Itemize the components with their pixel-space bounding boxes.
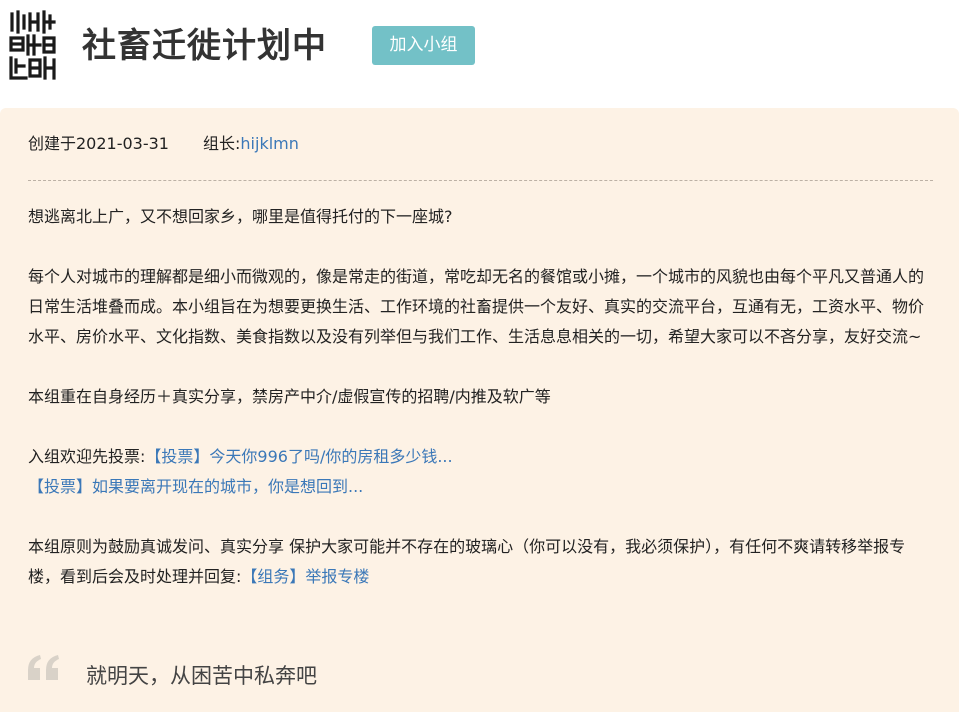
description-paragraph: 每个人对城市的理解都是细小而微观的，像是常走的街道，常吃却无名的餐馆或小摊，一个… <box>28 267 925 346</box>
vote-link-leave-city[interactable]: 【投票】如果要离开现在的城市，你是想回到... <box>28 477 363 496</box>
description-paragraph: 本组原则为鼓励真诚发问、真实分享 保护大家可能并不存在的玻璃心（你可以没有，我必… <box>28 532 933 592</box>
group-description: 想逃离北上广，又不想回家乡，哪里是值得托付的下一座城? 每个人对城市的理解都是细… <box>28 202 933 592</box>
seal-logo-icon[interactable] <box>8 10 58 82</box>
vote-link-996[interactable]: 【投票】今天你996了吗/你的房租多少钱... <box>145 447 452 466</box>
divider <box>28 180 933 181</box>
report-thread-link[interactable]: 【组务】举报专楼 <box>241 567 369 586</box>
quote-icon <box>28 655 59 680</box>
group-info-panel: 创建于2021-03-31 组长:hijklmn 想逃离北上广，又不想回家乡，哪里… <box>0 108 959 712</box>
group-header: 社畜迁徙计划中 加入小组 <box>0 0 959 104</box>
description-paragraph: 本组重在自身经历＋真实分享，禁房产中介/虚假宣传的招聘/内推及软广等 <box>28 387 551 406</box>
description-paragraph: 想逃离北上广，又不想回家乡，哪里是值得托付的下一座城? <box>28 207 453 226</box>
group-meta: 创建于2021-03-31 组长:hijklmn <box>28 132 299 156</box>
join-group-button[interactable]: 加入小组 <box>372 26 475 65</box>
rules-text: 本组原则为鼓励真诚发问、真实分享 保护大家可能并不存在的玻璃心（你可以没有，我必… <box>28 537 906 586</box>
leader-label: 组长: <box>203 134 241 153</box>
vote-intro-line: 入组欢迎先投票:【投票】今天你996了吗/你的房租多少钱... <box>28 442 933 472</box>
group-slogan: 就明天，从困苦中私奔吧 <box>86 664 317 688</box>
created-date: 创建于2021-03-31 <box>28 134 169 153</box>
group-title: 社畜迁徙计划中 <box>82 26 327 66</box>
leader-link[interactable]: hijklmn <box>240 134 298 153</box>
vote-intro-text: 入组欢迎先投票: <box>28 447 146 466</box>
vote-link-line: 【投票】如果要离开现在的城市，你是想回到... <box>28 472 933 502</box>
